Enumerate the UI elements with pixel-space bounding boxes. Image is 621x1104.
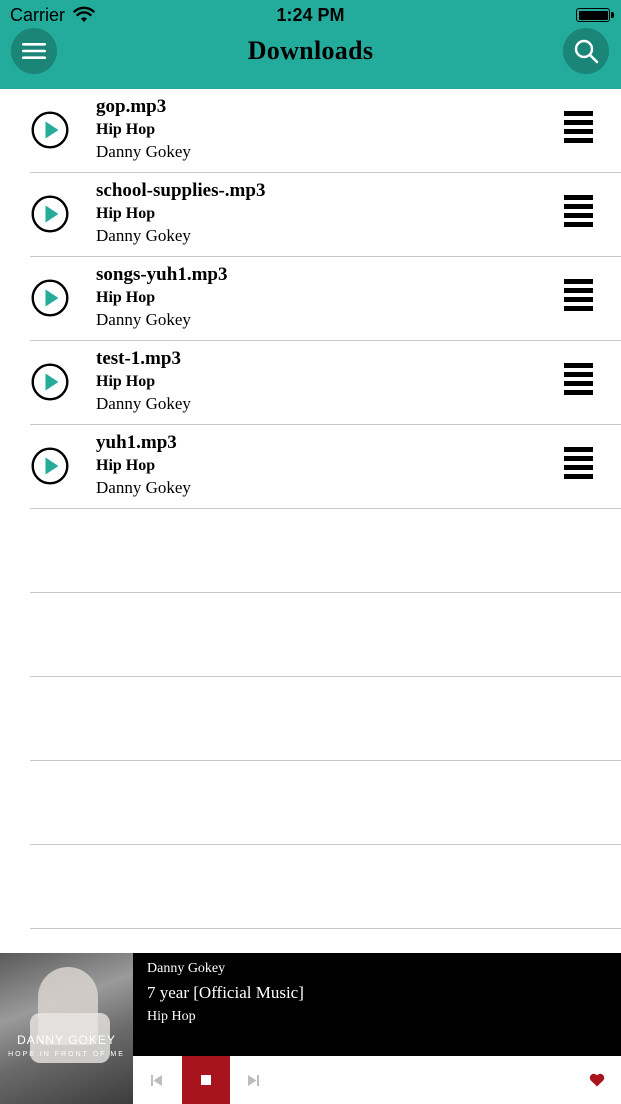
artist-label: Danny Gokey (96, 310, 191, 329)
downloads-list: gop.mp3 Hip Hop Danny Gokey school-suppl… (0, 89, 621, 929)
empty-row (0, 677, 621, 761)
album-cover[interactable]: DANNY GOKEY HOPE IN FRONT OF ME (0, 953, 133, 1104)
play-circle-icon[interactable] (31, 363, 69, 401)
empty-row (0, 509, 621, 593)
previous-icon (151, 1074, 162, 1086)
artist-label: Danny Gokey (96, 394, 191, 413)
heart-icon (589, 1073, 605, 1087)
list-item[interactable]: test-1.mp3 Hip Hop Danny Gokey (0, 341, 621, 425)
navigation-bar: Carrier 1:24 PM Downloads (0, 0, 621, 89)
file-name: yuh1.mp3 (96, 432, 177, 453)
battery-icon (576, 8, 614, 22)
stop-button[interactable] (182, 1056, 230, 1104)
empty-row (0, 593, 621, 677)
row-divider (30, 928, 621, 929)
previous-button[interactable] (133, 1056, 181, 1104)
file-name: school-supplies-.mp3 (96, 180, 266, 201)
search-icon (574, 39, 599, 64)
drag-handle-icon[interactable] (564, 111, 593, 143)
file-name: songs-yuh1.mp3 (96, 264, 228, 285)
now-playing-info[interactable]: Danny Gokey 7 year [Official Music] Hip … (133, 953, 621, 1056)
genre-label: Hip Hop (96, 121, 156, 138)
list-item[interactable]: songs-yuh1.mp3 Hip Hop Danny Gokey (0, 257, 621, 341)
play-circle-icon[interactable] (31, 447, 69, 485)
search-button[interactable] (563, 28, 609, 74)
play-circle-icon[interactable] (31, 195, 69, 233)
page-title: Downloads (247, 36, 374, 65)
artist-label: Danny Gokey (96, 226, 191, 245)
list-item[interactable]: school-supplies-.mp3 Hip Hop Danny Gokey (0, 173, 621, 257)
artist-label: Danny Gokey (96, 478, 191, 497)
favorite-button[interactable] (573, 1056, 621, 1104)
empty-row (0, 845, 621, 929)
empty-row (0, 761, 621, 845)
status-bar: Carrier 1:24 PM (0, 0, 621, 32)
list-item[interactable]: yuh1.mp3 Hip Hop Danny Gokey (0, 425, 621, 509)
genre-label: Hip Hop (96, 373, 156, 390)
clock: 1:24 PM (276, 5, 345, 25)
play-circle-icon[interactable] (31, 111, 69, 149)
genre-label: Hip Hop (96, 457, 156, 474)
artist-label: Danny Gokey (96, 142, 191, 161)
file-name: test-1.mp3 (96, 348, 181, 369)
next-button[interactable] (229, 1056, 277, 1104)
file-name: gop.mp3 (96, 96, 167, 117)
cover-subtitle-text: HOPE IN FRONT OF ME (8, 1051, 125, 1058)
play-circle-icon[interactable] (31, 279, 69, 317)
now-playing-genre: Hip Hop (147, 1009, 196, 1024)
genre-label: Hip Hop (96, 289, 156, 306)
drag-handle-icon[interactable] (564, 363, 593, 395)
stop-icon (201, 1075, 211, 1085)
cover-artist-text: DANNY GOKEY (17, 1033, 116, 1047)
list-item[interactable]: gop.mp3 Hip Hop Danny Gokey (0, 89, 621, 173)
now-playing-title: 7 year [Official Music] (147, 983, 304, 1002)
next-icon (248, 1074, 259, 1086)
now-playing-artist: Danny Gokey (147, 961, 226, 976)
drag-handle-icon[interactable] (564, 195, 593, 227)
player-controls (133, 1056, 621, 1104)
mini-player: DANNY GOKEY HOPE IN FRONT OF ME Danny Go… (0, 953, 621, 1104)
drag-handle-icon[interactable] (564, 279, 593, 311)
genre-label: Hip Hop (96, 205, 156, 222)
drag-handle-icon[interactable] (564, 447, 593, 479)
